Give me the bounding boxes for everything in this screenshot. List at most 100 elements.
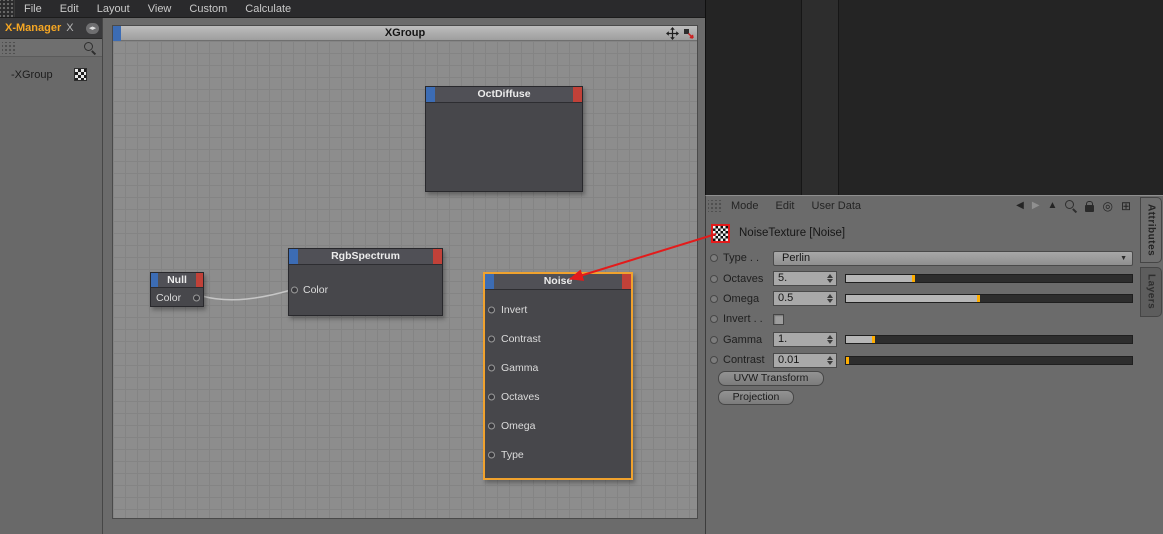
node-body: Invert Contrast Gamma Octaves Omega Type [485,290,631,469]
node-output-corner[interactable] [196,273,203,287]
search-icon[interactable] [84,41,96,54]
node-octdiffuse[interactable]: OctDiffuse [425,86,583,192]
node-noise[interactable]: Noise Invert Contrast Gamma Octaves Omeg… [483,272,633,480]
node-octdiffuse-titlebar[interactable]: OctDiffuse [426,87,582,103]
anim-dot-icon[interactable] [710,335,718,344]
tree-item-xgroup[interactable]: -XGroup [0,66,102,83]
field-value: 1. [778,333,788,346]
menu-calculate[interactable]: Calculate [236,0,300,18]
node-noise-titlebar[interactable]: Noise [485,274,631,290]
toolbar-grip[interactable] [2,41,16,54]
attr-label: Invert . . [723,313,763,326]
sync-icon[interactable]: ◎ [1102,200,1112,212]
parent-up-icon[interactable]: ▲ [1048,201,1058,211]
tree-item-label: -XGroup [11,68,53,81]
menu-view[interactable]: View [139,0,181,18]
port-row-color: Color [289,281,442,299]
omega-slider[interactable] [845,294,1133,304]
stepper-icon[interactable] [825,355,835,366]
history-forward-icon[interactable]: ▶ [1032,201,1040,211]
stepper-icon[interactable] [825,273,835,284]
input-port-octaves[interactable] [488,393,495,400]
group-titlebar[interactable]: XGroup [113,26,697,41]
input-port-color[interactable] [291,286,298,294]
menu-file[interactable]: File [15,0,51,18]
tab-close-button[interactable]: X [64,22,75,34]
uvw-transform-button[interactable]: UVW Transform [718,371,824,386]
node-null[interactable]: Null Color [150,272,204,307]
contrast-slider[interactable] [845,355,1133,365]
node-null-titlebar[interactable]: Null [151,273,203,288]
node-input-corner[interactable] [289,249,298,264]
xmanager-tabbar: X-Manager X ◂▸ [0,18,102,39]
port-row-type: Type [485,440,631,469]
input-port-invert[interactable] [488,306,495,313]
attr-label: Contrast [723,354,765,367]
node-input-corner[interactable] [426,87,435,102]
node-input-corner[interactable] [151,273,158,287]
attr-menu-mode[interactable]: Mode [731,200,759,212]
new-window-icon[interactable]: ⊞ [1121,200,1131,212]
gamma-field[interactable]: 1. [773,332,837,348]
node-rgbspectrum-titlebar[interactable]: RgbSpectrum [289,249,442,265]
viewport-area[interactable] [705,0,1163,195]
field-value: 5. [778,272,788,285]
anim-dot-icon[interactable] [710,254,718,263]
noise-texture-icon[interactable] [711,223,730,243]
gamma-slider[interactable] [845,335,1133,345]
omega-field[interactable]: 0.5 [773,291,837,307]
chevron-down-icon: ▼ [1120,254,1127,262]
tab-x-manager[interactable]: X-Manager [0,22,64,34]
octaves-field[interactable]: 5. [773,271,837,287]
attribute-grip[interactable] [708,200,722,212]
attr-menu-edit[interactable]: Edit [776,200,795,212]
input-port-type[interactable] [488,451,495,458]
anim-dot-icon[interactable] [710,356,718,365]
node-input-corner[interactable] [485,274,494,289]
attribute-menubar: Mode Edit User Data ◀ ▶ ▲ ◎ ⊞ [706,196,1163,216]
octaves-slider[interactable] [845,274,1133,284]
node-output-corner[interactable] [433,249,442,264]
stepper-icon[interactable] [825,334,835,345]
contrast-field[interactable]: 0.01 [773,352,837,368]
attribute-header-icons: ◀ ▶ ▲ ◎ ⊞ [1016,200,1131,212]
tab-attributes[interactable]: Attributes [1140,197,1162,263]
input-port-contrast[interactable] [488,335,495,342]
menubar-grip[interactable] [0,0,15,17]
menu-custom[interactable]: Custom [180,0,236,18]
lock-icon[interactable] [1085,200,1095,212]
jump-to-icon[interactable] [683,28,694,39]
node-output-corner[interactable] [622,274,631,289]
node-title-label: OctDiffuse [477,88,531,100]
connection-wire[interactable] [201,289,292,301]
attr-row-contrast: Contrast 0.01 [706,350,1140,370]
projection-button[interactable]: Projection [718,390,794,405]
anim-dot-icon[interactable] [710,274,718,283]
object-title-row: NoiseTexture [Noise] [706,221,1163,245]
input-port-omega[interactable] [488,422,495,429]
invert-checkbox[interactable] [773,313,784,325]
tab-layers[interactable]: Layers [1140,267,1162,317]
node-output-corner[interactable] [573,87,582,102]
viewport-divider [801,0,839,195]
node-rgbspectrum[interactable]: RgbSpectrum Color [288,248,443,316]
menu-layout[interactable]: Layout [88,0,139,18]
type-dropdown[interactable]: Perlin ▼ [773,250,1133,266]
menu-edit[interactable]: Edit [51,0,88,18]
xmanager-tree: -XGroup [0,57,102,83]
node-canvas[interactable]: OctDiffuse RgbSpectrum Color Null Color … [113,41,697,518]
anim-dot-icon[interactable] [710,294,718,303]
xgroup-window: XGroup OctDiffuse RgbSpectrum Color Null… [112,25,698,519]
find-icon[interactable] [1065,200,1077,212]
move-icon[interactable] [666,27,679,40]
tab-scroll-arrows[interactable]: ◂▸ [85,22,99,34]
output-port-color[interactable] [193,294,200,301]
node-body [426,103,582,191]
stepper-icon[interactable] [825,293,835,304]
anim-dot-icon[interactable] [710,315,718,324]
history-back-icon[interactable]: ◀ [1016,201,1024,211]
input-port-gamma[interactable] [488,364,495,371]
attr-menu-userdata[interactable]: User Data [812,200,862,212]
port-label: Invert [501,303,528,316]
xpresso-editor: XGroup OctDiffuse RgbSpectrum Color Null… [103,18,705,534]
